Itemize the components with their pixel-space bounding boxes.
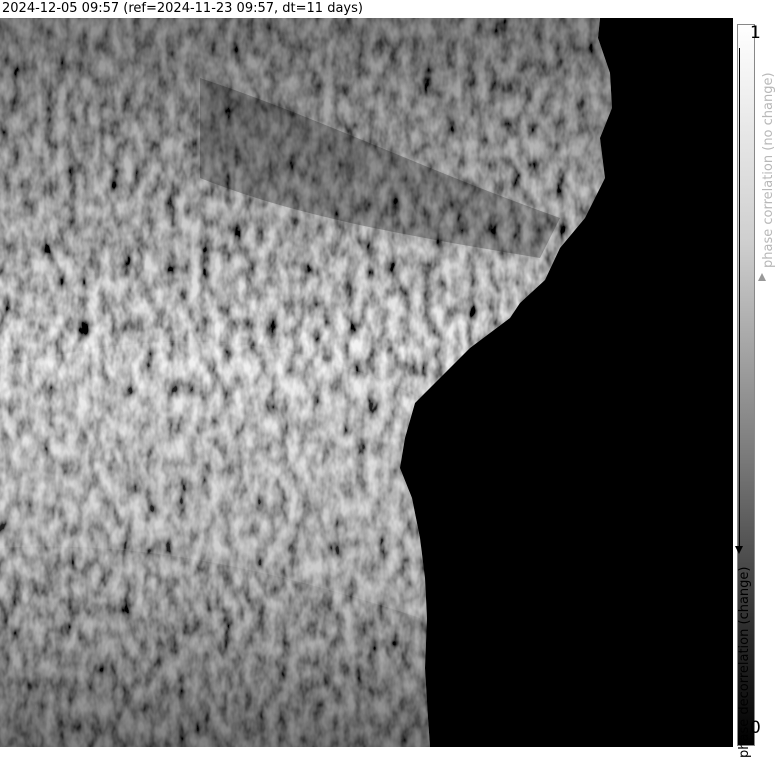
arrow-down-icon: [735, 546, 743, 554]
arrow-down-line: [739, 48, 740, 546]
phase-correlation-image: [0, 18, 733, 747]
plot-title: 2024-12-05 09:57 (ref=2024-11-23 09:57, …: [2, 1, 363, 16]
colorbar-top-label: phase correlation (no change): [761, 72, 776, 268]
arrow-up-icon: [758, 273, 766, 281]
colorbar-max-label: 1: [750, 23, 761, 43]
colorbar-bottom-label: phase decorrelation (change): [737, 566, 752, 758]
colorbar: 1 0 phase correlation (no change) phase …: [735, 18, 784, 758]
